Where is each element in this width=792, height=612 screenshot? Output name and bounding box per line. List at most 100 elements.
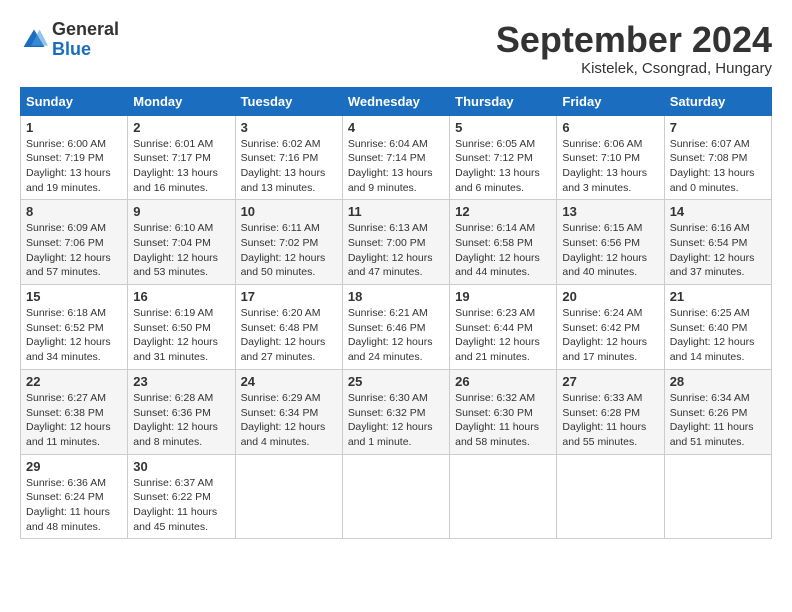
day-info: Sunrise: 6:36 AMSunset: 6:24 PMDaylight:… (26, 476, 122, 535)
day-number: 11 (348, 204, 444, 219)
day-number: 1 (26, 120, 122, 135)
calendar-cell: 15 Sunrise: 6:18 AMSunset: 6:52 PMDayligh… (21, 285, 128, 370)
day-number: 6 (562, 120, 658, 135)
day-info: Sunrise: 6:20 AMSunset: 6:48 PMDaylight:… (241, 306, 337, 365)
calendar-table: SundayMondayTuesdayWednesdayThursdayFrid… (20, 87, 772, 540)
day-info: Sunrise: 6:19 AMSunset: 6:50 PMDaylight:… (133, 306, 229, 365)
day-info: Sunrise: 6:06 AMSunset: 7:10 PMDaylight:… (562, 137, 658, 196)
calendar-cell: 20Sunrise: 6:24 AMSunset: 6:42 PMDayligh… (557, 285, 664, 370)
logo-blue-text: Blue (52, 40, 119, 60)
day-number: 18 (348, 289, 444, 304)
header-day-sunday: Sunday (21, 87, 128, 115)
calendar-cell: 18 Sunrise: 6:21 AMSunset: 6:46 PMDayligh… (342, 285, 449, 370)
day-info: Sunrise: 6:34 AMSunset: 6:26 PMDaylight:… (670, 391, 766, 450)
calendar-cell: 26 Sunrise: 6:32 AMSunset: 6:30 PMDayligh… (450, 369, 557, 454)
day-number: 28 (670, 374, 766, 389)
title-block: September 2024 Kistelek, Csongrad, Hunga… (496, 20, 772, 77)
day-info: Sunrise: 6:25 AMSunset: 6:40 PMDaylight:… (670, 306, 766, 365)
calendar-cell: 29Sunrise: 6:36 AMSunset: 6:24 PMDayligh… (21, 454, 128, 539)
calendar-cell: 14 Sunrise: 6:16 AMSunset: 6:54 PMDayligh… (664, 200, 771, 285)
logo-text: General Blue (52, 20, 119, 60)
day-info: Sunrise: 6:37 AMSunset: 6:22 PMDaylight:… (133, 476, 229, 535)
day-number: 15 (26, 289, 122, 304)
day-info: Sunrise: 6:11 AMSunset: 7:02 PMDaylight:… (241, 221, 337, 280)
header-day-thursday: Thursday (450, 87, 557, 115)
location-text: Kistelek, Csongrad, Hungary (496, 60, 772, 77)
calendar-cell: 16 Sunrise: 6:19 AMSunset: 6:50 PMDayligh… (128, 285, 235, 370)
day-number: 22 (26, 374, 122, 389)
calendar-cell: 19 Sunrise: 6:23 AMSunset: 6:44 PMDayligh… (450, 285, 557, 370)
page-header: General Blue September 2024 Kistelek, Cs… (20, 20, 772, 77)
day-info: Sunrise: 6:07 AMSunset: 7:08 PMDaylight:… (670, 137, 766, 196)
calendar-cell: 10 Sunrise: 6:11 AMSunset: 7:02 PMDayligh… (235, 200, 342, 285)
calendar-cell: 28 Sunrise: 6:34 AMSunset: 6:26 PMDayligh… (664, 369, 771, 454)
day-number: 21 (670, 289, 766, 304)
week-row-4: 22Sunrise: 6:27 AMSunset: 6:38 PMDayligh… (21, 369, 772, 454)
day-number: 17 (241, 289, 337, 304)
day-info: Sunrise: 6:01 AMSunset: 7:17 PMDaylight:… (133, 137, 229, 196)
day-number: 10 (241, 204, 337, 219)
calendar-header: SundayMondayTuesdayWednesdayThursdayFrid… (21, 87, 772, 115)
calendar-cell: 17 Sunrise: 6:20 AMSunset: 6:48 PMDayligh… (235, 285, 342, 370)
day-info: Sunrise: 6:21 AMSunset: 6:46 PMDaylight:… (348, 306, 444, 365)
calendar-cell: 27 Sunrise: 6:33 AMSunset: 6:28 PMDayligh… (557, 369, 664, 454)
day-number: 19 (455, 289, 551, 304)
week-row-5: 29Sunrise: 6:36 AMSunset: 6:24 PMDayligh… (21, 454, 772, 539)
calendar-cell: 7Sunrise: 6:07 AMSunset: 7:08 PMDaylight… (664, 115, 771, 200)
day-info: Sunrise: 6:14 AMSunset: 6:58 PMDaylight:… (455, 221, 551, 280)
day-number: 26 (455, 374, 551, 389)
day-info: Sunrise: 6:09 AMSunset: 7:06 PMDaylight:… (26, 221, 122, 280)
week-row-3: 15 Sunrise: 6:18 AMSunset: 6:52 PMDayligh… (21, 285, 772, 370)
header-day-monday: Monday (128, 87, 235, 115)
calendar-cell: 25 Sunrise: 6:30 AMSunset: 6:32 PMDayligh… (342, 369, 449, 454)
day-info: Sunrise: 6:33 AMSunset: 6:28 PMDaylight:… (562, 391, 658, 450)
day-number: 20 (562, 289, 658, 304)
day-number: 30 (133, 459, 229, 474)
day-info: Sunrise: 6:23 AMSunset: 6:44 PMDaylight:… (455, 306, 551, 365)
header-day-tuesday: Tuesday (235, 87, 342, 115)
day-info: Sunrise: 6:15 AMSunset: 6:56 PMDaylight:… (562, 221, 658, 280)
day-info: Sunrise: 6:00 AMSunset: 7:19 PMDaylight:… (26, 137, 122, 196)
day-info: Sunrise: 6:04 AMSunset: 7:14 PMDaylight:… (348, 137, 444, 196)
calendar-cell: 2Sunrise: 6:01 AMSunset: 7:17 PMDaylight… (128, 115, 235, 200)
calendar-cell (664, 454, 771, 539)
month-title: September 2024 (496, 20, 772, 60)
calendar-cell: 21 Sunrise: 6:25 AMSunset: 6:40 PMDayligh… (664, 285, 771, 370)
week-row-1: 1 Sunrise: 6:00 AMSunset: 7:19 PMDaylight… (21, 115, 772, 200)
day-number: 25 (348, 374, 444, 389)
day-number: 13 (562, 204, 658, 219)
day-info: Sunrise: 6:10 AMSunset: 7:04 PMDaylight:… (133, 221, 229, 280)
day-number: 8 (26, 204, 122, 219)
day-info: Sunrise: 6:30 AMSunset: 6:32 PMDaylight:… (348, 391, 444, 450)
calendar-cell: 8 Sunrise: 6:09 AMSunset: 7:06 PMDaylight… (21, 200, 128, 285)
calendar-cell: 11 Sunrise: 6:13 AMSunset: 7:00 PMDayligh… (342, 200, 449, 285)
day-number: 16 (133, 289, 229, 304)
header-day-saturday: Saturday (664, 87, 771, 115)
calendar-cell: 1 Sunrise: 6:00 AMSunset: 7:19 PMDaylight… (21, 115, 128, 200)
calendar-cell: 23 Sunrise: 6:28 AMSunset: 6:36 PMDayligh… (128, 369, 235, 454)
day-number: 9 (133, 204, 229, 219)
day-number: 5 (455, 120, 551, 135)
day-number: 27 (562, 374, 658, 389)
day-number: 12 (455, 204, 551, 219)
calendar-cell (557, 454, 664, 539)
day-number: 14 (670, 204, 766, 219)
calendar-cell: 12 Sunrise: 6:14 AMSunset: 6:58 PMDayligh… (450, 200, 557, 285)
calendar-cell: 3Sunrise: 6:02 AMSunset: 7:16 PMDaylight… (235, 115, 342, 200)
week-row-2: 8 Sunrise: 6:09 AMSunset: 7:06 PMDaylight… (21, 200, 772, 285)
header-row: SundayMondayTuesdayWednesdayThursdayFrid… (21, 87, 772, 115)
day-info: Sunrise: 6:02 AMSunset: 7:16 PMDaylight:… (241, 137, 337, 196)
header-day-friday: Friday (557, 87, 664, 115)
day-info: Sunrise: 6:16 AMSunset: 6:54 PMDaylight:… (670, 221, 766, 280)
day-number: 24 (241, 374, 337, 389)
day-info: Sunrise: 6:28 AMSunset: 6:36 PMDaylight:… (133, 391, 229, 450)
logo-general-text: General (52, 20, 119, 40)
day-info: Sunrise: 6:13 AMSunset: 7:00 PMDaylight:… (348, 221, 444, 280)
day-number: 4 (348, 120, 444, 135)
day-number: 23 (133, 374, 229, 389)
day-info: Sunrise: 6:32 AMSunset: 6:30 PMDaylight:… (455, 391, 551, 450)
calendar-cell: 5Sunrise: 6:05 AMSunset: 7:12 PMDaylight… (450, 115, 557, 200)
day-info: Sunrise: 6:18 AMSunset: 6:52 PMDaylight:… (26, 306, 122, 365)
calendar-cell (450, 454, 557, 539)
calendar-cell: 22Sunrise: 6:27 AMSunset: 6:38 PMDayligh… (21, 369, 128, 454)
